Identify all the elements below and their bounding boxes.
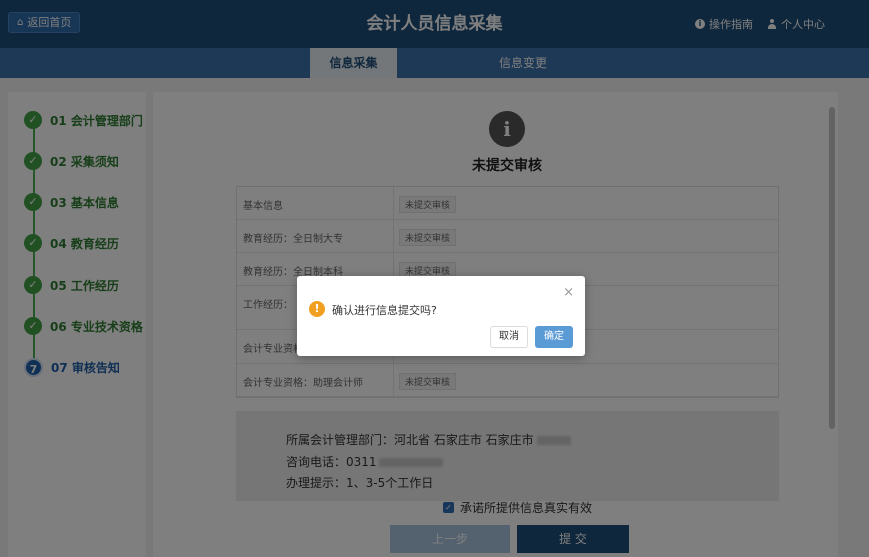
confirm-dialog: × ! 确认进行信息提交吗? 取消 确定 bbox=[297, 276, 585, 356]
page: ⌂ 返回首页 会计人员信息采集 i 操作指南 个人中心 信息采集 信息变更 ✓ … bbox=[0, 0, 869, 557]
close-icon[interactable]: × bbox=[563, 286, 574, 299]
confirm-button[interactable]: 确定 bbox=[535, 326, 573, 348]
cancel-button[interactable]: 取消 bbox=[490, 326, 528, 348]
dialog-message: 确认进行信息提交吗? bbox=[332, 304, 437, 317]
warning-icon: ! bbox=[309, 301, 325, 317]
